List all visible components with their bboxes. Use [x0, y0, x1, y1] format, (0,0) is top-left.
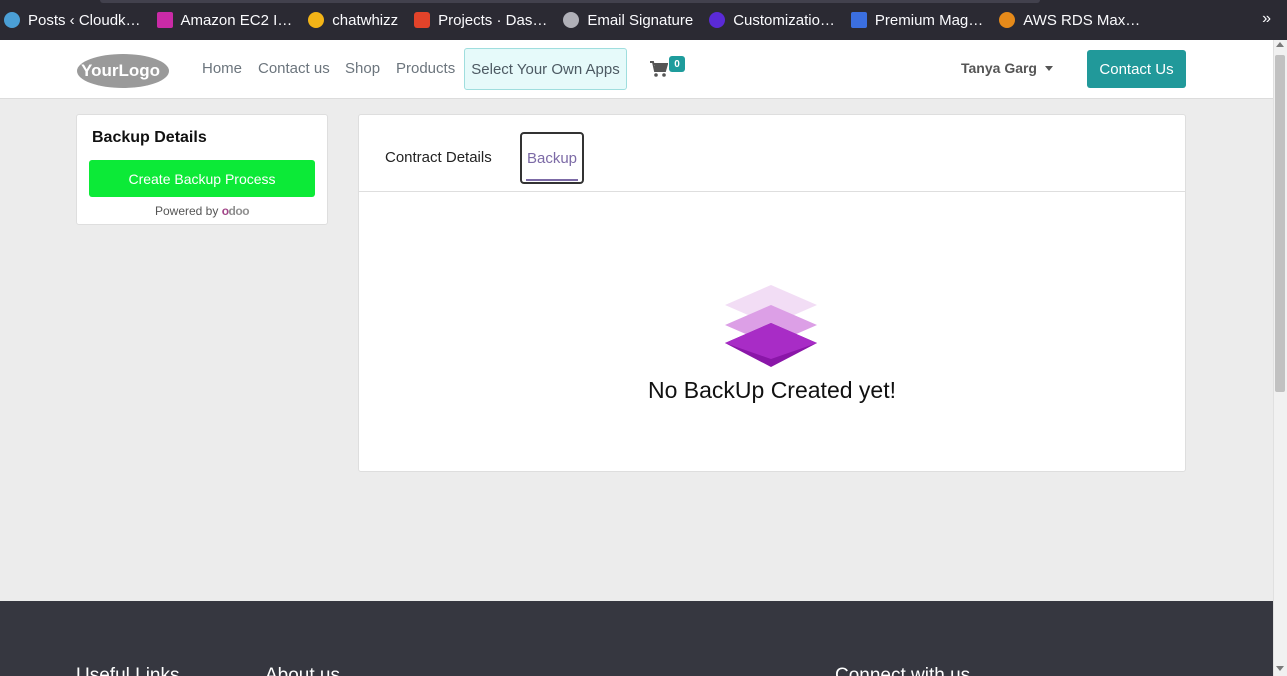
- odoo-logo-first-letter: o: [221, 204, 229, 218]
- nav-link-home[interactable]: Home: [202, 60, 242, 77]
- powered-by: Powered by odoo: [77, 204, 327, 218]
- user-menu-dropdown[interactable]: Tanya Garg: [961, 60, 1053, 76]
- nav-link-contact-us[interactable]: Contact us: [258, 60, 330, 77]
- layers-icon: [725, 285, 817, 367]
- gitlab-icon: [414, 12, 431, 28]
- user-name: Tanya Garg: [961, 60, 1037, 76]
- bookmark-customization[interactable]: Customizatio…: [709, 0, 835, 40]
- bookmarks-bar: Posts ‹ Cloudk… Amazon EC2 I… chatwhizz …: [0, 0, 1287, 40]
- backup-details-title: Backup Details: [92, 129, 207, 146]
- tabs-divider: [359, 191, 1185, 192]
- globe-icon: [563, 12, 580, 28]
- magento-icon: [850, 12, 867, 28]
- footer-heading-about-us: About us: [265, 665, 340, 676]
- bookmark-label: chatwhizz: [332, 11, 399, 29]
- tab-strip-edge: [100, 0, 1040, 3]
- bookmark-label: Posts ‹ Cloudk…: [28, 11, 141, 29]
- footer-heading-useful-links: Useful Links: [76, 665, 180, 676]
- wordpress-icon: [4, 12, 20, 28]
- customization-icon: [709, 12, 726, 28]
- tab-backup-label: Backup: [526, 149, 578, 167]
- select-apps-button[interactable]: Select Your Own Apps: [464, 48, 627, 90]
- scrollbar-thumb[interactable]: [1275, 55, 1285, 392]
- footer-heading-connect: Connect with us: [835, 665, 971, 676]
- odoo-logo[interactable]: odoo: [221, 204, 250, 218]
- bookmark-label: Customizatio…: [733, 11, 835, 29]
- bookmark-aws-rds[interactable]: AWS RDS Max…: [999, 0, 1140, 40]
- nav-link-products[interactable]: Products: [396, 60, 455, 77]
- scroll-up-arrow-icon[interactable]: [1276, 42, 1284, 47]
- cart-icon[interactable]: [650, 60, 668, 78]
- powered-by-label: Powered by: [154, 204, 219, 218]
- bookmark-premium-magento[interactable]: Premium Mag…: [850, 0, 984, 40]
- bookmark-label: Premium Mag…: [874, 11, 984, 29]
- site-navbar: YourLogo Home Contact us Shop Products S…: [0, 40, 1273, 99]
- site-logo[interactable]: YourLogo: [76, 53, 170, 89]
- contract-panel: Contract Details Backup No BackUp Create…: [358, 114, 1186, 472]
- bookmark-email-signature[interactable]: Email Signature: [563, 0, 693, 40]
- bookmark-label: Amazon EC2 I…: [180, 11, 293, 29]
- bookmark-amazon-ec2[interactable]: Amazon EC2 I…: [156, 0, 293, 40]
- cart-count-badge: 0: [669, 56, 685, 72]
- odoo-logo-rest: doo: [228, 204, 250, 218]
- tab-backup[interactable]: Backup: [520, 132, 584, 184]
- scroll-down-arrow-icon[interactable]: [1276, 666, 1284, 671]
- bookmark-label: Email Signature: [587, 11, 694, 29]
- logo-text: YourLogo: [81, 61, 160, 80]
- bookmark-posts[interactable]: Posts ‹ Cloudk…: [4, 0, 141, 40]
- empty-state-message: No BackUp Created yet!: [647, 377, 896, 403]
- nav-link-shop[interactable]: Shop: [345, 60, 380, 77]
- bookmark-label: Projects · Das…: [438, 11, 548, 29]
- bookmark-chatwhizz[interactable]: chatwhizz: [308, 0, 398, 40]
- chatwhizz-icon: [308, 12, 325, 28]
- chevron-down-icon: [1045, 65, 1053, 71]
- bookmark-projects[interactable]: Projects · Das…: [414, 0, 547, 40]
- backup-details-card: Backup Details Create Backup Process Pow…: [76, 114, 328, 225]
- bookmarks-overflow-button[interactable]: »: [1262, 10, 1271, 28]
- tab-contract-details[interactable]: Contract Details: [385, 149, 492, 166]
- create-backup-button[interactable]: Create Backup Process: [89, 160, 315, 197]
- bookmark-label: AWS RDS Max…: [1023, 11, 1141, 29]
- ec2-icon: [156, 12, 173, 28]
- site-footer: Useful Links About us Connect with us: [0, 601, 1273, 676]
- aws-gear-icon: [999, 12, 1016, 28]
- contact-us-button[interactable]: Contact Us: [1087, 50, 1186, 88]
